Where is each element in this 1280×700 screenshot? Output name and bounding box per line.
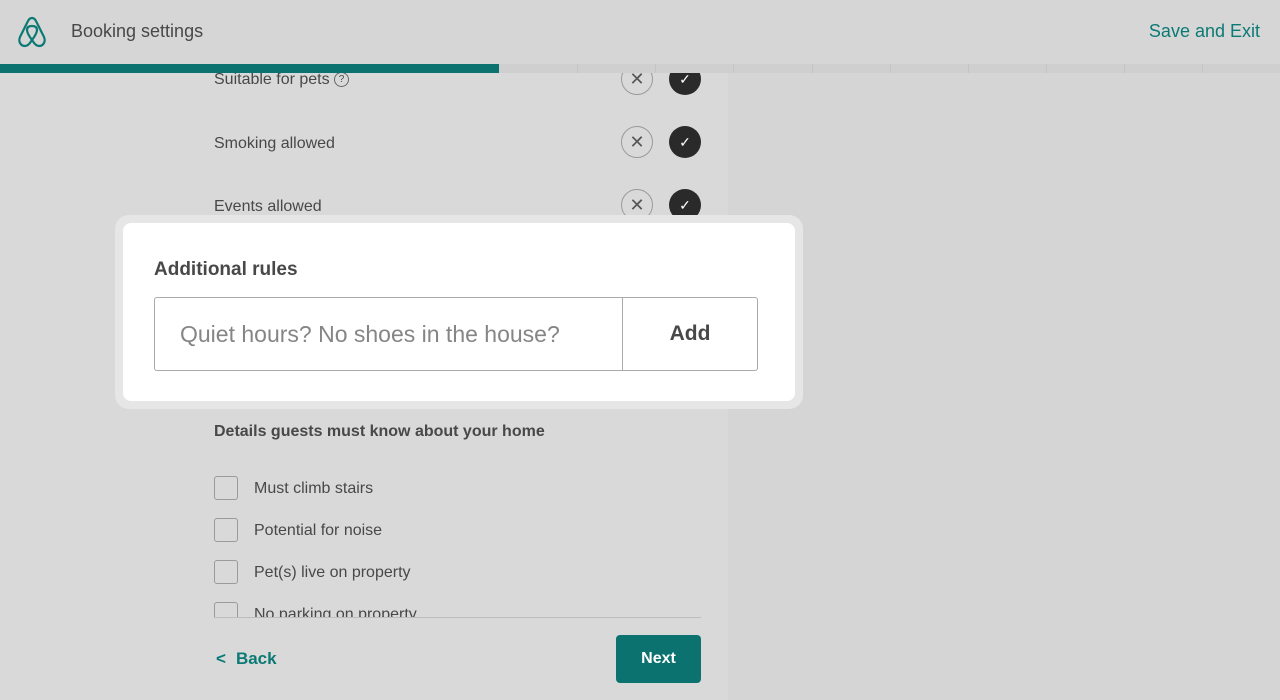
rule-smoking: Smoking allowed (214, 135, 335, 152)
additional-rules-card-shadow: Additional rules Add (115, 215, 803, 409)
progress-segment (733, 64, 735, 73)
progress-segment (967, 64, 969, 73)
smoking-yes-button[interactable]: ✓ (669, 126, 701, 158)
progress-segment (1045, 64, 1047, 73)
save-and-exit-link[interactable]: Save and Exit (1149, 21, 1260, 42)
checkbox-stairs[interactable] (214, 476, 238, 500)
additional-rules-card: Additional rules Add (123, 223, 795, 401)
progress-bar (0, 64, 1280, 73)
divider (214, 617, 701, 618)
smoking-no-button[interactable]: ✕ (621, 126, 653, 158)
checkbox-label: Must climb stairs (254, 480, 374, 497)
back-button[interactable]: < Back (216, 649, 277, 669)
header: Booking settings Save and Exit (0, 0, 1280, 64)
next-button[interactable]: Next (616, 635, 701, 683)
rule-events: Events allowed (214, 198, 322, 215)
checkbox-label: Pet(s) live on property (254, 564, 411, 581)
chevron-left-icon: < (216, 649, 226, 668)
checkbox-noise[interactable] (214, 518, 238, 542)
page-title: Booking settings (71, 21, 204, 41)
progress-fill (0, 64, 500, 73)
rule-pets: Suitable for pets ? (214, 71, 350, 89)
additional-rules-title: Additional rules (154, 259, 298, 280)
progress-segment (577, 64, 579, 73)
progress-segment (811, 64, 813, 73)
add-rule-button[interactable]: Add (622, 297, 758, 371)
progress-segment (1123, 64, 1125, 73)
progress-segment (889, 64, 891, 73)
additional-rule-input[interactable] (154, 297, 622, 371)
progress-segment (1201, 64, 1203, 73)
checkbox-pets-live[interactable] (214, 560, 238, 584)
checkbox-label: Potential for noise (254, 522, 383, 539)
progress-segment (655, 64, 657, 73)
details-title: Details guests must know about your home (214, 423, 545, 440)
help-icon[interactable]: ? (334, 72, 350, 88)
airbnb-logo-icon[interactable] (17, 16, 47, 48)
